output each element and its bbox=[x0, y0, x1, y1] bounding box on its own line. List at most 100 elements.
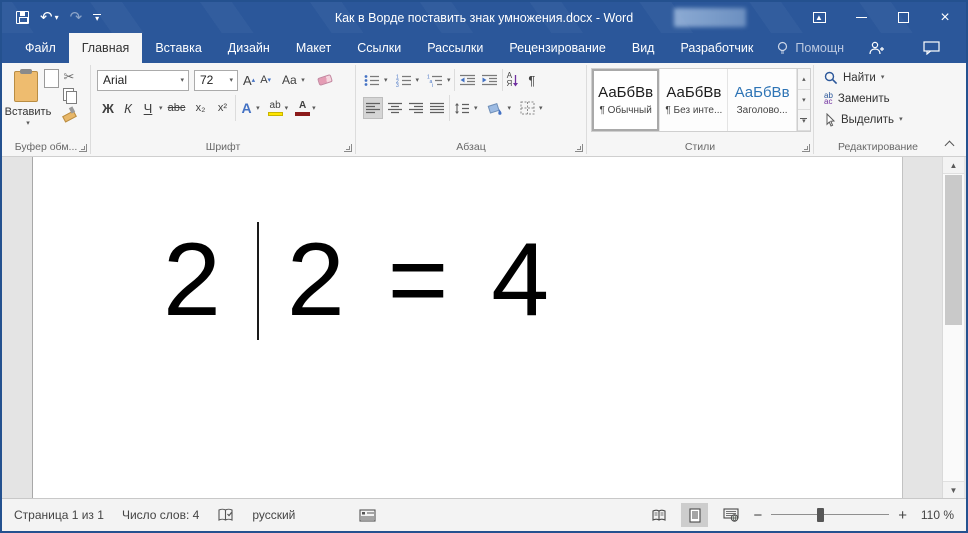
highlight-color-button[interactable]: ab bbox=[267, 100, 283, 116]
style-no-spacing[interactable]: АаБбВв ¶ Без инте... bbox=[660, 69, 729, 131]
copy-icon[interactable] bbox=[62, 88, 77, 104]
select-dropdown-icon[interactable]: ▾ bbox=[899, 116, 903, 123]
increase-indent-button[interactable] bbox=[480, 69, 499, 91]
tab-view[interactable]: Вид bbox=[619, 33, 668, 63]
font-size-dropdown-icon[interactable]: ▾ bbox=[229, 77, 233, 84]
ribbon-display-options-button[interactable]: ▲ bbox=[798, 2, 840, 33]
tab-mailings[interactable]: Рассылки bbox=[414, 33, 496, 63]
scrollbar-down-button[interactable]: ▼ bbox=[943, 481, 964, 498]
show-marks-button[interactable]: ¶ bbox=[527, 69, 536, 91]
style-heading1[interactable]: АаБбВв Заголово... bbox=[728, 69, 797, 131]
underline-button[interactable]: Ч bbox=[139, 101, 157, 116]
font-name-dropdown-icon[interactable]: ▾ bbox=[180, 77, 184, 84]
font-color-button[interactable]: А bbox=[295, 100, 311, 116]
multilevel-dropdown-icon[interactable]: ▾ bbox=[447, 77, 451, 84]
zoom-in-button[interactable]: + bbox=[898, 508, 907, 523]
replace-button[interactable]: ab ac Заменить bbox=[814, 88, 942, 109]
tab-file[interactable]: Файл bbox=[12, 33, 69, 63]
customize-qat-button[interactable]: ▾ bbox=[93, 13, 102, 23]
save-button[interactable] bbox=[16, 11, 29, 24]
paste-button[interactable]: Вставить ▾ bbox=[2, 67, 59, 127]
borders-dropdown-icon[interactable]: ▾ bbox=[539, 105, 543, 112]
multilevel-list-button[interactable]: 1аi bbox=[426, 69, 444, 91]
select-button[interactable]: Выделить ▾ bbox=[814, 109, 942, 130]
find-button[interactable]: Найти ▾ bbox=[814, 67, 942, 88]
minimize-button[interactable] bbox=[840, 2, 882, 33]
close-button[interactable]: × bbox=[924, 2, 966, 33]
subscript-button[interactable]: x₂ bbox=[191, 102, 211, 114]
styles-dialog-launcher[interactable] bbox=[802, 144, 810, 152]
tab-review[interactable]: Рецензирование bbox=[496, 33, 619, 63]
paste-dropdown-icon[interactable]: ▾ bbox=[26, 120, 30, 127]
font-dialog-launcher[interactable] bbox=[344, 144, 352, 152]
redo-button[interactable]: ↷ bbox=[70, 10, 83, 25]
strikethrough-button[interactable]: abc bbox=[165, 102, 189, 114]
underline-dropdown-icon[interactable]: ▾ bbox=[159, 105, 163, 112]
macro-record-icon[interactable] bbox=[359, 508, 376, 522]
line-spacing-button[interactable] bbox=[453, 97, 471, 119]
undo-dropdown-icon[interactable]: ▾ bbox=[55, 13, 59, 22]
tab-home[interactable]: Главная bbox=[68, 33, 143, 63]
cut-icon[interactable]: ✂ bbox=[64, 70, 75, 84]
numbering-dropdown-icon[interactable]: ▾ bbox=[416, 77, 420, 84]
zoom-level[interactable]: 110 % bbox=[916, 508, 954, 522]
font-size-combobox[interactable]: 72 ▾ bbox=[194, 69, 238, 91]
tell-me-assistant[interactable]: Помощн bbox=[766, 33, 854, 63]
decrease-indent-button[interactable] bbox=[458, 69, 477, 91]
tab-insert[interactable]: Вставка bbox=[142, 33, 214, 63]
styles-scroll-up[interactable]: ▴ bbox=[797, 69, 811, 90]
collapse-ribbon-button[interactable] bbox=[946, 140, 954, 148]
styles-more-button[interactable]: ▾ bbox=[797, 110, 811, 132]
line-spacing-dropdown-icon[interactable]: ▾ bbox=[474, 105, 478, 112]
style-normal[interactable]: АаБбВв ¶ Обычный bbox=[592, 69, 661, 131]
change-case-button[interactable]: Aa ▾ bbox=[282, 71, 305, 89]
clipboard-dialog-launcher[interactable] bbox=[79, 144, 87, 152]
styles-scroll-down[interactable]: ▾ bbox=[797, 89, 811, 111]
justify-button[interactable] bbox=[428, 97, 446, 119]
proofing-status-icon[interactable] bbox=[217, 508, 234, 523]
align-right-button[interactable] bbox=[407, 97, 425, 119]
page-indicator[interactable]: Страница 1 из 1 bbox=[14, 508, 104, 522]
paragraph-dialog-launcher[interactable] bbox=[575, 144, 583, 152]
scrollbar-thumb[interactable] bbox=[945, 175, 962, 325]
find-dropdown-icon[interactable]: ▾ bbox=[881, 74, 885, 81]
zoom-slider[interactable] bbox=[771, 508, 890, 522]
bullets-dropdown-icon[interactable]: ▾ bbox=[384, 77, 388, 84]
align-left-button[interactable] bbox=[363, 97, 383, 119]
document-page[interactable]: 2 2 = 4 bbox=[32, 157, 903, 498]
maximize-button[interactable] bbox=[882, 2, 924, 33]
word-count[interactable]: Число слов: 4 bbox=[122, 508, 199, 522]
bullets-button[interactable] bbox=[363, 69, 381, 91]
web-layout-button[interactable] bbox=[717, 503, 744, 527]
tab-references[interactable]: Ссылки bbox=[344, 33, 414, 63]
shading-button[interactable] bbox=[486, 97, 505, 119]
scrollbar-up-button[interactable]: ▲ bbox=[943, 157, 964, 174]
numbering-button[interactable]: 123 bbox=[395, 69, 413, 91]
undo-button[interactable]: ↶ ▾ bbox=[40, 10, 59, 25]
clear-formatting-button[interactable] bbox=[316, 74, 333, 86]
tab-layout[interactable]: Макет bbox=[283, 33, 344, 63]
zoom-slider-thumb[interactable] bbox=[817, 508, 825, 522]
bold-button[interactable]: Ж bbox=[99, 101, 117, 116]
comment-icon[interactable] bbox=[923, 41, 940, 55]
tab-design[interactable]: Дизайн bbox=[215, 33, 283, 63]
shading-dropdown-icon[interactable]: ▾ bbox=[508, 105, 512, 112]
language-indicator[interactable]: русский bbox=[252, 508, 295, 522]
borders-button[interactable] bbox=[519, 97, 536, 119]
grow-font-button[interactable]: А ▴ bbox=[243, 73, 255, 88]
format-painter-icon[interactable] bbox=[62, 106, 76, 120]
font-name-combobox[interactable]: Arial ▾ bbox=[97, 69, 189, 91]
align-center-button[interactable] bbox=[386, 97, 404, 119]
document-text-line[interactable]: 2 2 = 4 bbox=[163, 221, 556, 341]
highlight-dropdown-icon[interactable]: ▾ bbox=[285, 105, 289, 112]
sort-button[interactable]: АЯ bbox=[506, 69, 521, 91]
print-layout-button[interactable] bbox=[681, 503, 709, 527]
shrink-font-button[interactable]: А ▾ bbox=[260, 74, 271, 86]
italic-button[interactable]: К bbox=[119, 101, 137, 116]
superscript-button[interactable]: x² bbox=[213, 102, 233, 114]
read-mode-button[interactable] bbox=[645, 503, 672, 527]
text-effects-button[interactable]: А ▾ bbox=[242, 99, 260, 117]
zoom-out-button[interactable]: − bbox=[753, 508, 762, 523]
share-person-icon[interactable] bbox=[868, 41, 885, 55]
tab-developer[interactable]: Разработчик bbox=[667, 33, 766, 63]
